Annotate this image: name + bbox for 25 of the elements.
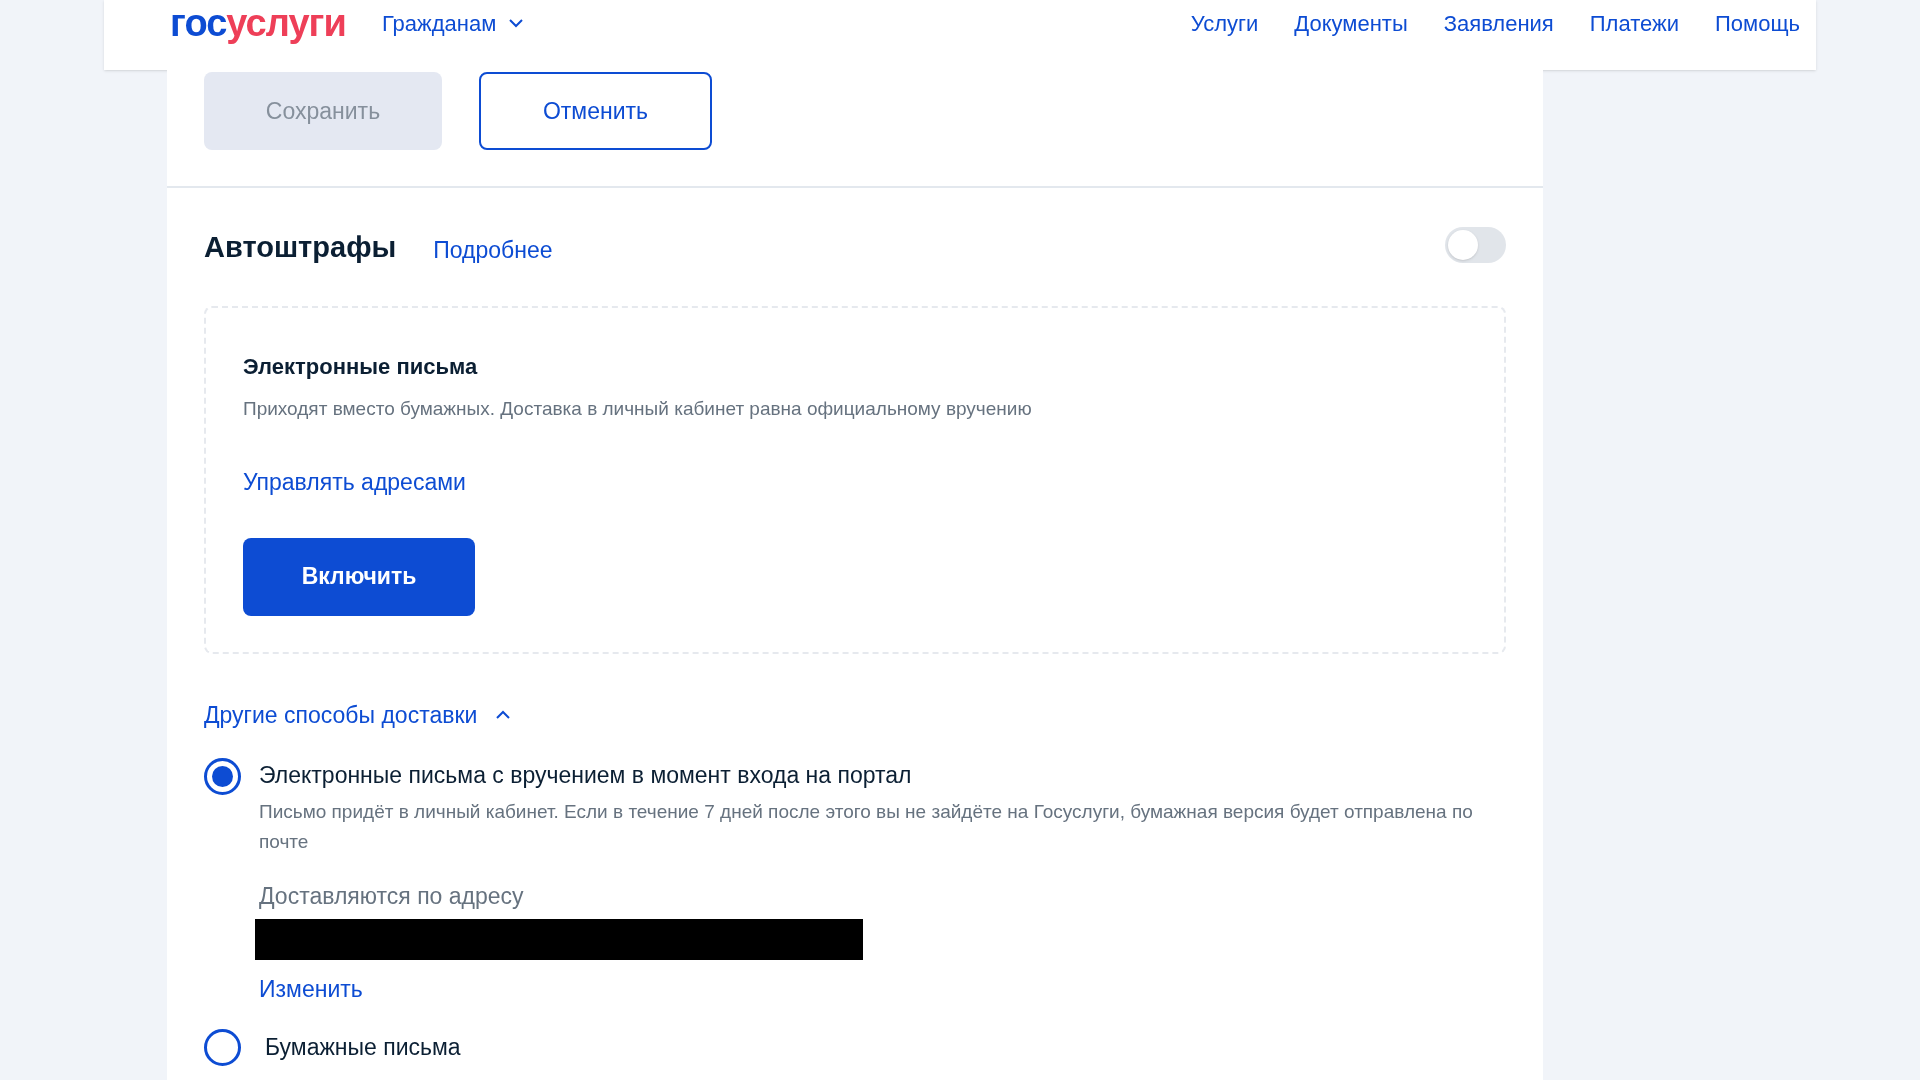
cancel-button[interactable]: Отменить: [479, 72, 712, 150]
nav-link[interactable]: Услуги: [1190, 6, 1259, 40]
nav-link[interactable]: Заявления: [1443, 6, 1554, 40]
more-link[interactable]: Подробнее: [433, 232, 553, 267]
audience-dropdown[interactable]: Гражданам: [381, 6, 525, 40]
toggle-switch[interactable]: [1445, 226, 1506, 263]
nav-link[interactable]: Платежи: [1589, 6, 1679, 40]
card-title: Электронные письма: [243, 352, 479, 381]
change-link[interactable]: Изменить: [259, 972, 1489, 1007]
option-label: Электронные письма с вручением в момент входа на портал: [259, 761, 913, 790]
section-title: Автоштрафы: [204, 230, 397, 265]
option-label: Бумажные письма: [265, 1032, 461, 1062]
nav-link[interactable]: Документы: [1294, 6, 1408, 40]
option-description: Письмо придёт в личный кабинет. Если в течение 7 дней после этого вы не зайдёте на Госуслуги, бумажная версия будет отправлена по почте: [259, 799, 1474, 854]
radio-button[interactable]: [204, 758, 241, 795]
chevron-down-icon: [508, 18, 525, 28]
other-methods-toggle[interactable]: Другие способы доставки: [204, 697, 512, 732]
enable-button[interactable]: Включить: [243, 537, 475, 616]
card-description: Приходят вместо бумажных. Доставка в личный кабинет равна официальному вручению: [243, 396, 1033, 421]
chevron-up-icon: [495, 709, 512, 720]
address-label: Доставляются по адресу: [259, 881, 525, 911]
nav-link[interactable]: Помощь: [1715, 6, 1800, 40]
manage-addresses-link[interactable]: Управлять адресами: [243, 465, 1467, 500]
radio-button[interactable]: [204, 1028, 241, 1066]
logo[interactable]: госуслуги: [170, 4, 346, 42]
